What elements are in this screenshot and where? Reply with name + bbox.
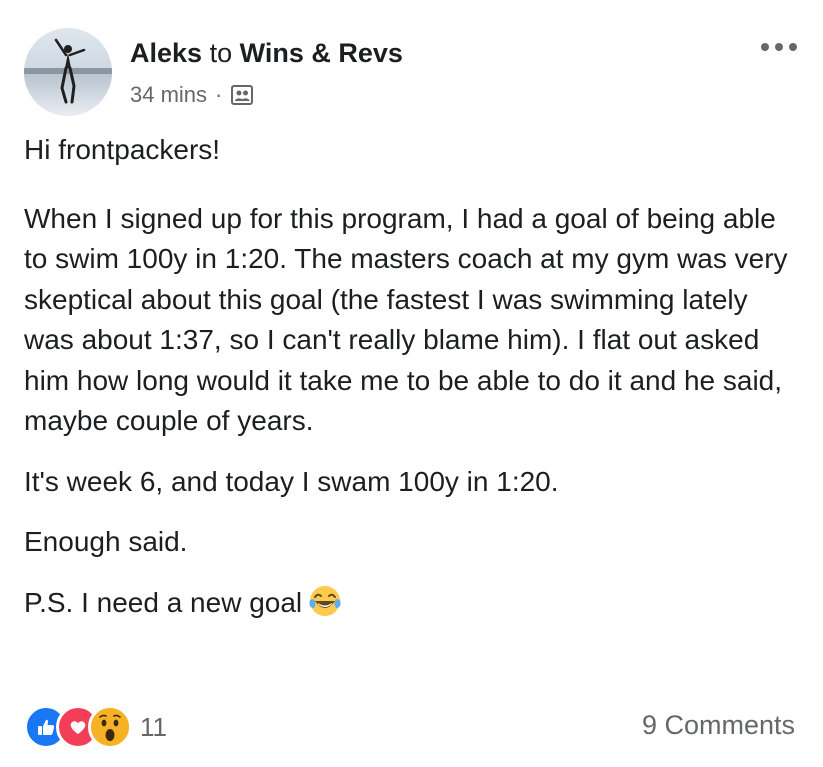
post-header-title: Aleks to Wins & Revs [130,36,403,70]
post-paragraph-last: P.S. I need a new goal [24,583,799,624]
avatar-photo [24,28,112,116]
to-label: to [209,38,233,68]
post-paragraph: Hi frontpackers! [24,134,221,165]
post-paragraph: When I signed up for this program, I had… [24,202,788,437]
post-meta: 34 mins · [130,80,254,110]
author-name[interactable]: Aleks [130,38,202,68]
post-paragraph-text: P.S. I need a new goal [24,586,303,618]
reactions-summary[interactable]: 11 [24,704,167,750]
post-paragraph: It's week 6, and today I swam 100y in 1:… [24,465,559,497]
more-dot [789,43,797,51]
more-options-icon[interactable] [761,40,797,54]
post-body: Hi frontpackers! When I signed up for th… [24,130,799,643]
comments-count-link[interactable]: 9 Comments [642,710,795,741]
post-timestamp[interactable]: 34 mins [130,80,207,110]
post-paragraph: Enough said. [24,526,188,557]
more-dot [775,43,783,51]
author-avatar[interactable] [24,28,112,116]
wow-reaction-icon [88,705,132,749]
more-dot [761,43,769,51]
reaction-count: 11 [140,711,167,742]
group-audience-icon [230,83,254,107]
laughing-tears-emoji [308,584,342,618]
group-name[interactable]: Wins & Revs [240,38,403,68]
meta-separator: · [215,82,223,107]
facebook-post: Aleks to Wins & Revs 34 mins · Hi frontp… [0,0,823,767]
